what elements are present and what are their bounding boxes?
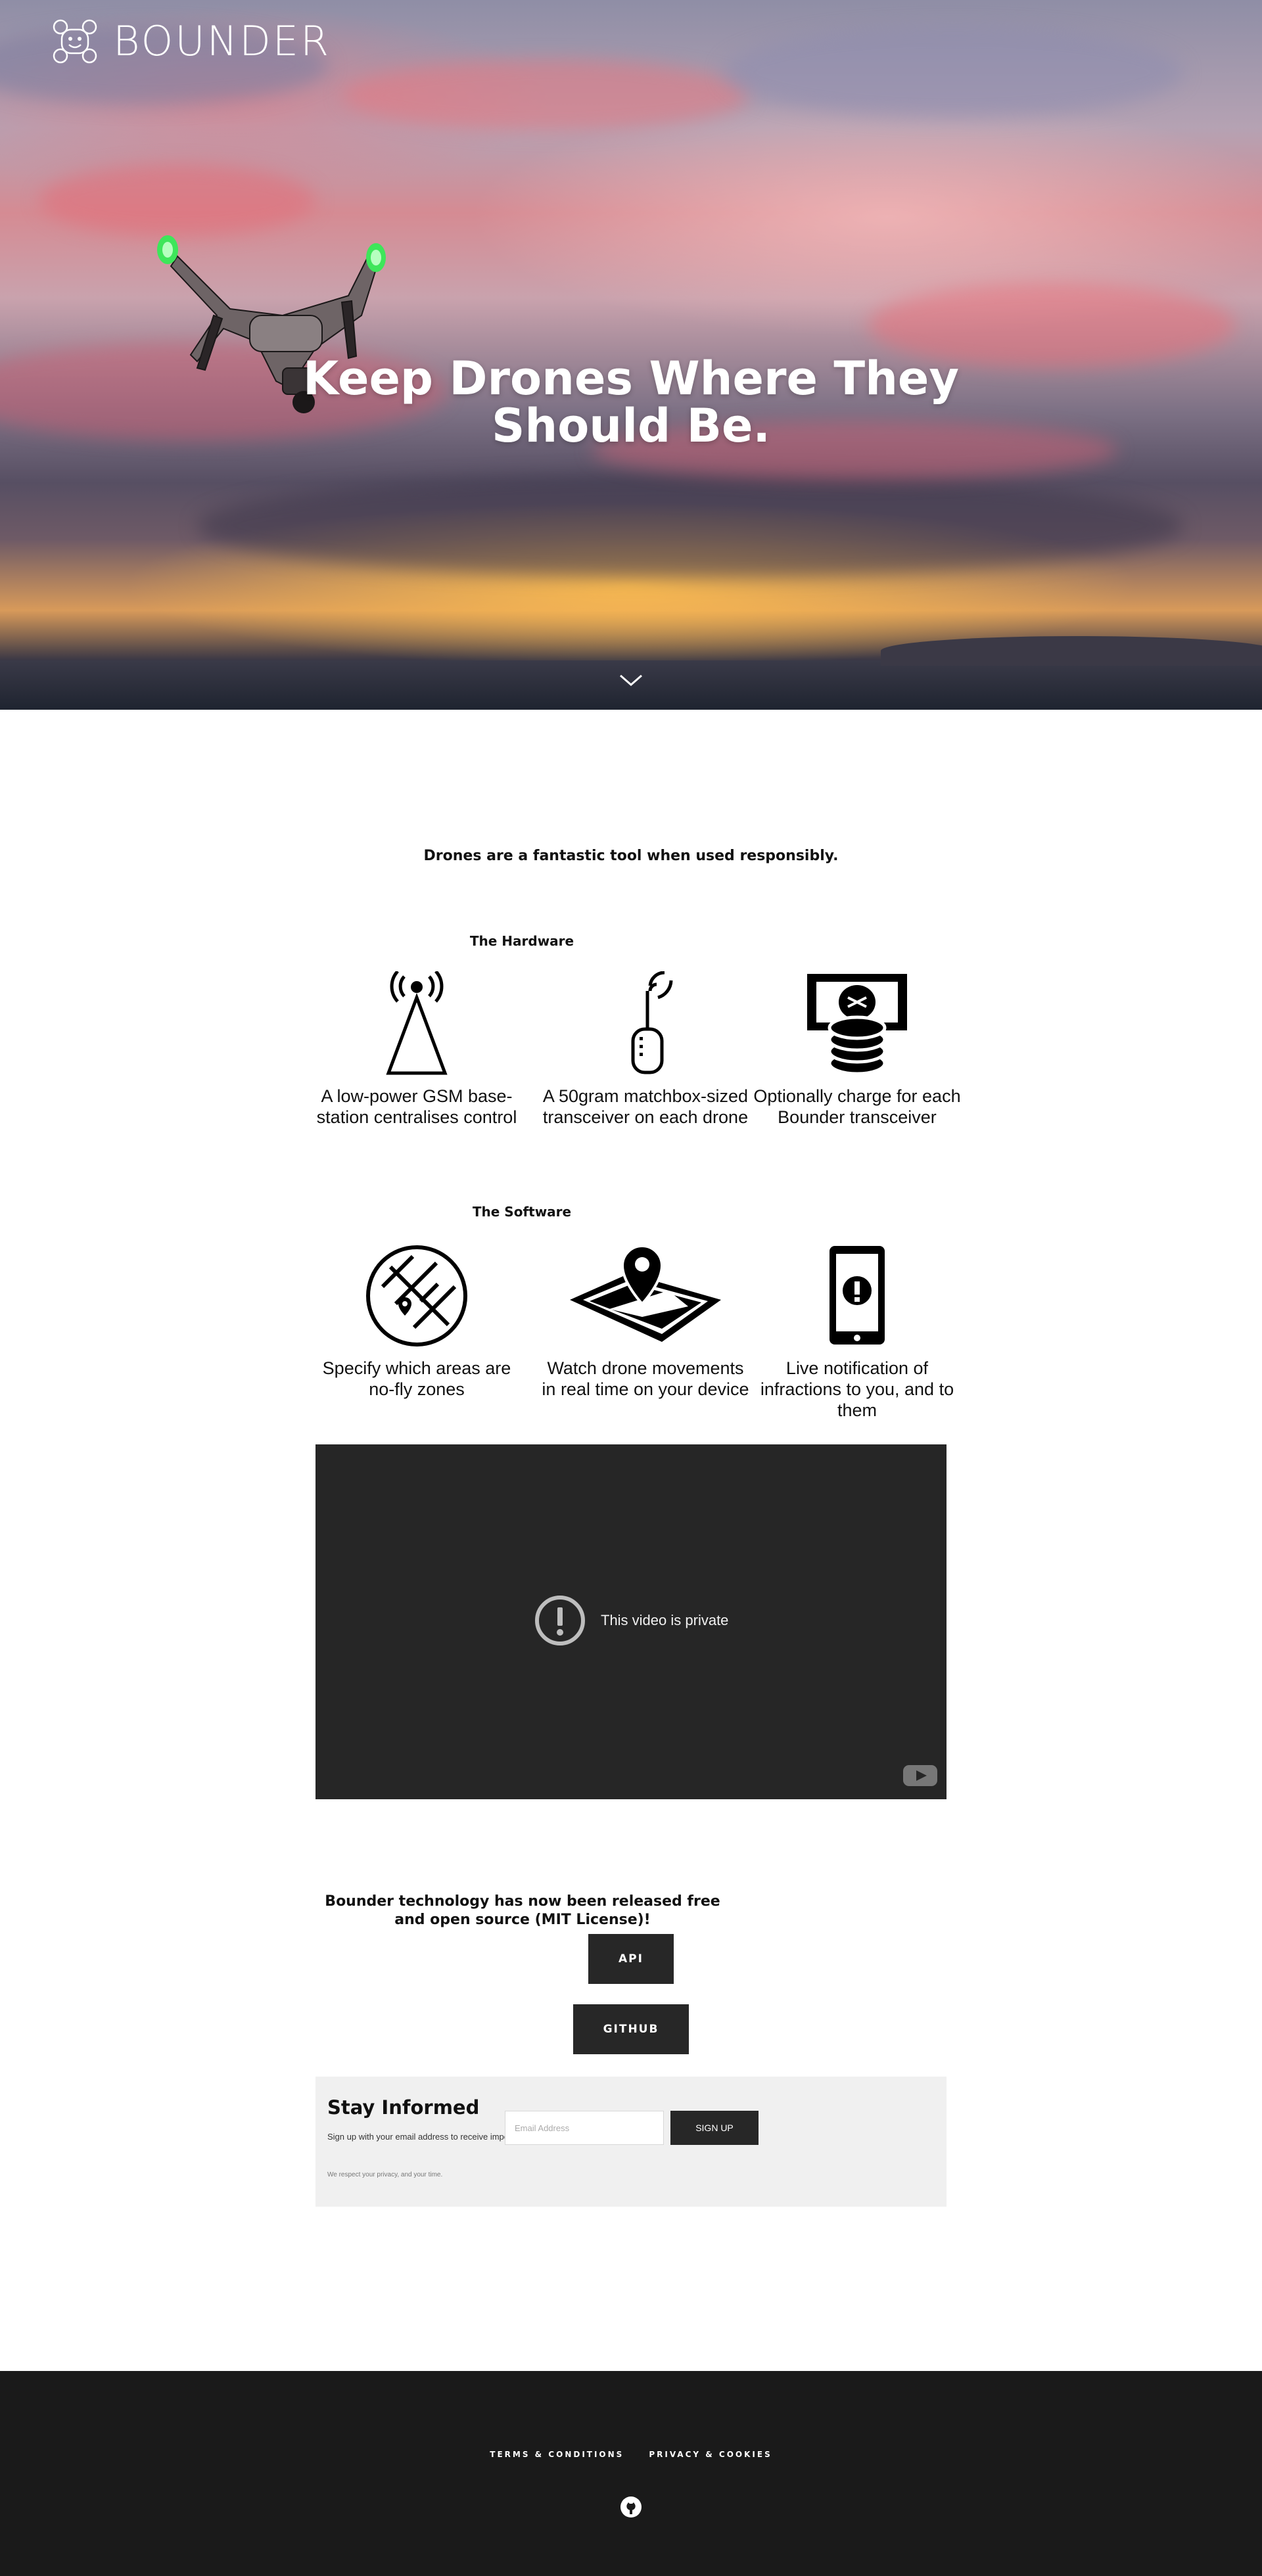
feature-text: Watch drone movements in real time on yo…	[542, 1358, 749, 1399]
hero-banner: BOUNDER Keep Drones Where They Should Be…	[0, 0, 1262, 710]
newsletter-title: Stay Informed	[327, 2096, 480, 2119]
feature-text: A low-power GSM base-station centralises…	[316, 1086, 517, 1127]
privacy-note: We respect your privacy, and your time.	[327, 2171, 443, 2178]
cloud-shape	[723, 26, 1183, 118]
feature-notifications: Live notification of infractions to you,…	[752, 1243, 962, 1421]
release-text: Bounder technology has now been released…	[325, 1893, 720, 1928]
phone-alert-icon	[830, 1246, 885, 1345]
api-button[interactable]: API	[588, 1934, 674, 1984]
privacy-link[interactable]: PRIVACY & COOKIES	[649, 2450, 772, 2459]
github-button[interactable]: GITHUB	[573, 2004, 689, 2054]
footer-nav: TERMS & CONDITIONS PRIVACY & COOKIES	[0, 2450, 1262, 2459]
site-footer: TERMS & CONDITIONS PRIVACY & COOKIES	[0, 2371, 1262, 2576]
no-fly-zone-icon	[366, 1245, 467, 1346]
video-private-message: This video is private	[534, 1594, 728, 1647]
feature-text: A 50gram matchbox-sized transceiver on e…	[542, 1086, 749, 1127]
feature-no-fly-zones: Specify which areas are no-fly zones	[312, 1243, 522, 1400]
brand-logo[interactable]: BOUNDER	[51, 17, 331, 65]
map-pin-icon	[570, 1244, 721, 1342]
github-icon[interactable]	[620, 2496, 642, 2518]
warning-circle-icon	[535, 1596, 585, 1645]
sign-up-button[interactable]: SIGN UP	[670, 2111, 759, 2145]
cloud-shape	[342, 59, 749, 131]
chevron-down-icon[interactable]	[618, 672, 644, 689]
antenna-tower-icon	[386, 971, 448, 1075]
cloud-shape	[197, 473, 1183, 578]
intro-text: Drones are a fantastic tool when used re…	[423, 848, 839, 864]
feature-base-station: A low-power GSM base-station centralises…	[312, 971, 522, 1128]
island-silhouette	[881, 636, 1262, 666]
hardware-heading: The Hardware	[469, 933, 574, 949]
newsletter-block: Stay Informed Sign up with your email ad…	[316, 2077, 947, 2207]
hero-title: Keep Drones Where They Should Be.	[302, 352, 960, 453]
feature-text: Optionally charge for each Bounder trans…	[753, 1086, 961, 1127]
feature-transceiver: A 50gram matchbox-sized transceiver on e…	[540, 971, 751, 1128]
brand-name: BOUNDER	[113, 17, 331, 65]
video-player[interactable]: This video is private	[316, 1444, 947, 1799]
transceiver-icon	[631, 971, 673, 1074]
email-field[interactable]	[505, 2111, 664, 2145]
money-coins-icon	[807, 974, 907, 1076]
drone-face-logo-icon	[53, 19, 97, 63]
feature-text: Live notification of infractions to you,…	[760, 1358, 954, 1420]
video-message-text: This video is private	[601, 1612, 729, 1628]
feature-charging: Optionally charge for each Bounder trans…	[752, 971, 962, 1128]
feature-text: Specify which areas are no-fly zones	[322, 1358, 511, 1399]
software-heading: The Software	[472, 1204, 572, 1220]
youtube-icon[interactable]	[902, 1764, 939, 1787]
terms-link[interactable]: TERMS & CONDITIONS	[490, 2450, 624, 2459]
feature-live-map: Watch drone movements in real time on yo…	[540, 1243, 751, 1400]
